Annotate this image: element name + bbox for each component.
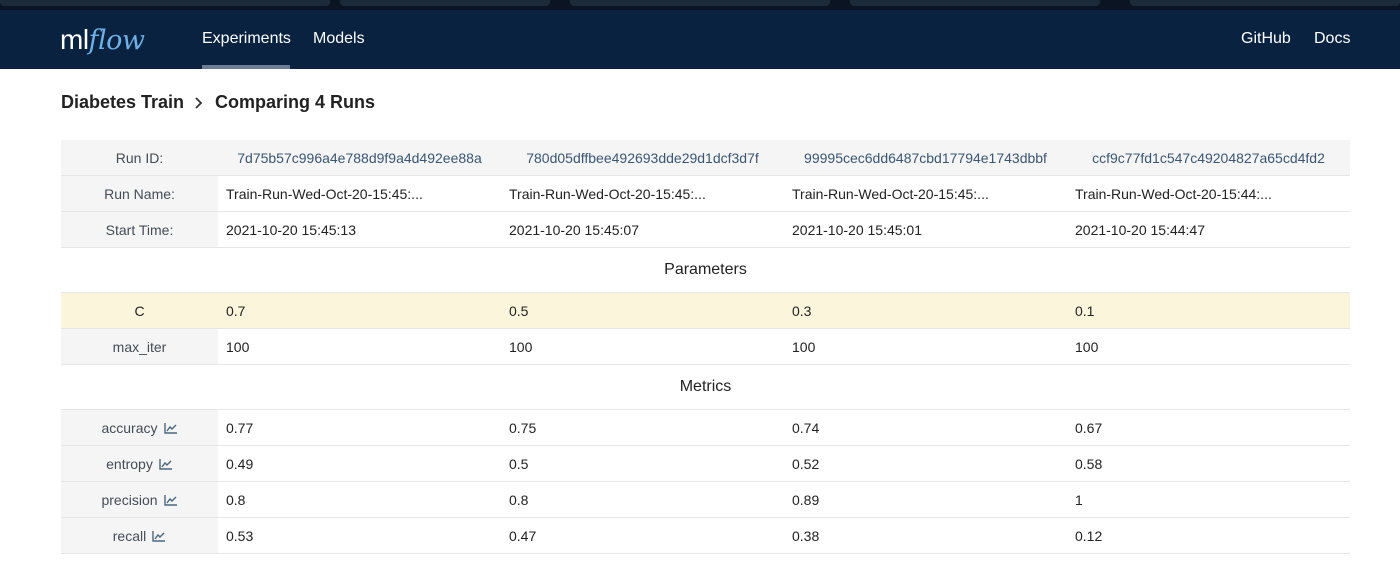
start-time-cell: 2021-10-20 15:44:47 [1075,221,1205,238]
param-value: 0.7 [226,302,246,319]
chevron-right-icon [194,96,203,114]
metric-row: recall 0.53 0.47 0.38 0.12 [61,518,1350,554]
param-value: 100 [792,338,816,355]
metric-value: 0.77 [226,419,254,436]
metric-value: 0.67 [1075,419,1103,436]
metric-value: 0.38 [792,527,820,544]
run-name-row: Run Name: Train-Run-Wed-Oct-20-15:45:...… [61,176,1350,212]
metric-name: precision [101,491,158,508]
metric-row: precision 0.8 0.8 0.89 1 [61,482,1350,518]
metric-value: 0.47 [509,527,537,544]
nav-models[interactable]: Models [313,30,365,48]
param-value: 100 [226,338,250,355]
metric-value: 0.52 [792,455,820,472]
param-name: C [134,302,145,319]
browser-top-strip [0,0,1400,10]
run-id-link[interactable]: 7d75b57c996a4e788d9f9a4d492ee88a [218,140,501,175]
nav-experiments[interactable]: Experiments [202,30,291,48]
run-id-link[interactable]: ccf9c77fd1c547c49204827a65cd4fd2 [1067,140,1350,175]
start-time-cell: 2021-10-20 15:45:13 [226,221,356,238]
parameters-section-title: Parameters [61,248,1350,293]
metric-value: 0.89 [792,491,820,508]
logo-ml-text: ml [60,24,89,55]
param-value: 100 [509,338,533,355]
start-time-cell: 2021-10-20 15:45:01 [792,221,922,238]
metric-value: 0.74 [792,419,820,436]
line-chart-icon[interactable] [163,422,178,434]
top-strip-segment [340,0,550,6]
metric-value: 0.53 [226,527,254,544]
metrics-section-title: Metrics [61,365,1350,410]
nav-github[interactable]: GitHub [1241,30,1291,48]
row-label: Run Name: [61,176,218,211]
line-chart-icon[interactable] [163,494,178,506]
metric-value: 0.58 [1075,455,1103,472]
metric-value: 0.8 [226,491,246,508]
param-value: 0.3 [792,302,812,319]
top-strip-segment [0,0,330,6]
metric-value: 1 [1075,491,1083,508]
top-strip-segment [570,0,830,6]
breadcrumb-experiment-link[interactable]: Diabetes Train [61,92,184,113]
row-label: Run ID: [61,140,218,175]
param-value: 0.5 [509,302,529,319]
metric-value: 0.75 [509,419,537,436]
metric-name-link[interactable]: recall [61,518,218,553]
line-chart-icon[interactable] [152,530,166,542]
param-value: 0.1 [1075,302,1095,319]
run-name-cell: Train-Run-Wed-Oct-20-15:45:... [792,185,989,202]
line-chart-icon[interactable] [159,458,173,470]
metric-row: entropy 0.49 0.5 0.52 0.58 [61,446,1350,482]
mlflow-logo[interactable]: mlflow [60,24,145,57]
param-row: C 0.7 0.5 0.3 0.1 [61,293,1350,329]
top-strip-segment [1130,0,1400,6]
metric-name-link[interactable]: entropy [61,446,218,481]
top-strip-segment [850,0,1100,6]
run-id-link[interactable]: 780d05dffbee492693dde29d1dcf3d7f [501,140,784,175]
logo-flow-text: flow [88,25,146,56]
start-time-cell: 2021-10-20 15:45:07 [509,221,639,238]
metric-value: 0.49 [226,455,254,472]
run-name-cell: Train-Run-Wed-Oct-20-15:44:... [1075,185,1272,202]
metric-name: entropy [106,455,153,472]
metric-name: recall [112,527,147,544]
metric-value: 0.8 [509,491,529,508]
metric-name: accuracy [101,419,158,436]
breadcrumb: Diabetes Train Comparing 4 Runs [61,92,375,113]
start-time-row: Start Time: 2021-10-20 15:45:13 2021-10-… [61,212,1350,248]
nav-docs[interactable]: Docs [1314,30,1350,48]
run-id-row: Run ID: 7d75b57c996a4e788d9f9a4d492ee88a… [61,140,1350,176]
metric-name-link[interactable]: precision [61,482,218,517]
metric-row: accuracy 0.77 0.75 0.74 0.67 [61,410,1350,446]
run-name-cell: Train-Run-Wed-Oct-20-15:45:... [509,185,706,202]
param-value: 100 [1075,338,1099,355]
metric-value: 0.12 [1075,527,1103,544]
compare-runs-table: Run ID: 7d75b57c996a4e788d9f9a4d492ee88a… [61,140,1350,554]
top-navbar: mlflow Experiments Models GitHub Docs [0,10,1400,69]
metric-name-link[interactable]: accuracy [61,410,218,445]
param-row: max_iter 100 100 100 100 [61,329,1350,365]
nav-active-indicator [202,65,290,69]
breadcrumb-page-title: Comparing 4 Runs [215,92,376,112]
param-name: max_iter [61,329,218,364]
run-name-cell: Train-Run-Wed-Oct-20-15:45:... [226,185,423,202]
run-id-link[interactable]: 99995cec6dd6487cbd17794e1743dbbf [784,140,1067,175]
row-label: Start Time: [61,212,218,247]
metric-value: 0.5 [509,455,529,472]
